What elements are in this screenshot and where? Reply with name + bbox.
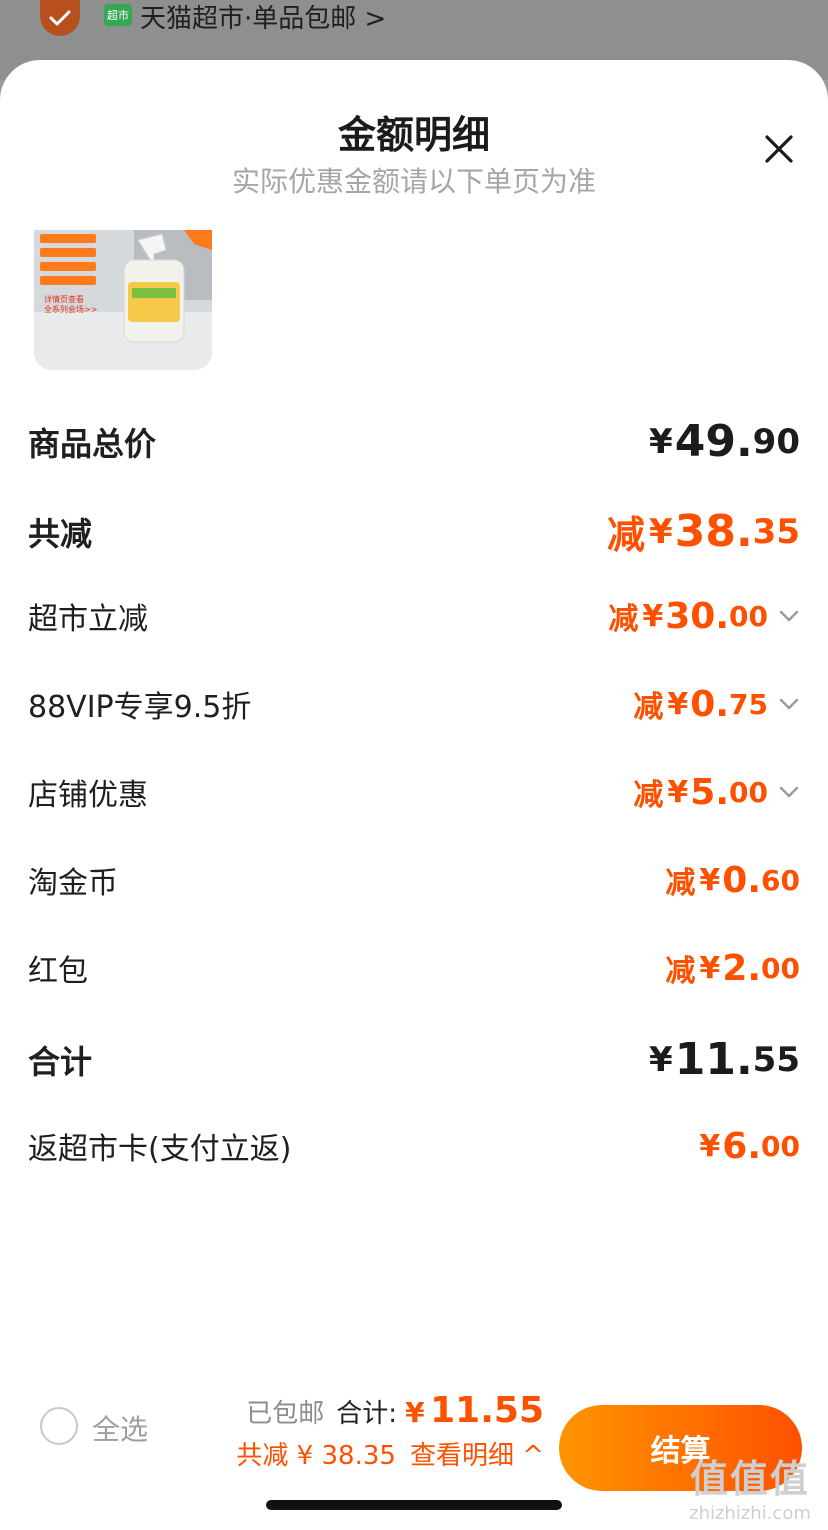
vip-discount-value: 减 ¥ 0. 75: [633, 682, 800, 726]
amount-decimal: 75: [729, 687, 768, 721]
supermarket-discount-label: 超市立减: [28, 602, 148, 637]
amount-integer: 6.: [722, 1125, 762, 1167]
select-all-radio[interactable]: [40, 1407, 78, 1445]
amount-integer: 38.: [674, 506, 753, 557]
store-coupon-value: 减 ¥ 5. 00: [633, 770, 800, 814]
svg-text:详情页查看: 详情页查看: [44, 294, 84, 304]
minus-prefix: 减: [607, 513, 646, 557]
free-shipping-label: 已包邮: [246, 1399, 325, 1429]
order-summary: 已包邮 合计: ¥ 11.55: [246, 1390, 544, 1431]
supermarket-discount-row[interactable]: 超市立减 减 ¥ 30. 00: [28, 594, 800, 638]
yen-sign: ¥: [667, 686, 689, 722]
view-detail-link[interactable]: 查看明细 ^: [410, 1435, 544, 1472]
amount-decimal: 60: [761, 863, 800, 897]
subtotal-value: ¥ 11. 55: [649, 1034, 800, 1085]
discount-summary-text: 共减 ¥ 38.35: [236, 1441, 396, 1471]
minus-prefix: 减: [633, 690, 664, 725]
amount-integer: 0.: [690, 683, 730, 725]
yen-sign: ¥: [699, 950, 721, 986]
cashback-row: 返超市卡(支付立返) ¥ 6. 00: [28, 1124, 800, 1168]
product-thumbnail[interactable]: 详情页查看 全系列会场>>: [34, 230, 212, 370]
amount-integer: 30.: [665, 595, 730, 637]
tmall-supermarket-badge: 超市: [104, 4, 132, 26]
watermark-logo: 值值值: [689, 1457, 810, 1501]
total-amount: ¥ 11.55: [405, 1390, 544, 1431]
amount-decimal: 00: [729, 599, 768, 633]
yen-sign: ¥: [649, 421, 673, 462]
taojin-coins-label: 淘金币: [28, 866, 118, 901]
total-label: 合计:: [336, 1399, 398, 1429]
amount-detail-sheet: 金额明细 实际优惠金额请以下单页为准 详情页查看 全系列会场>> 商品总价 ¥ …: [0, 60, 828, 1530]
cashback-value: ¥ 6. 00: [699, 1126, 800, 1167]
goods-total-value: ¥ 49. 90: [649, 416, 800, 467]
amount-decimal: 35: [752, 511, 800, 552]
cashback-label: 返超市卡(支付立返): [28, 1132, 292, 1167]
home-indicator: [266, 1500, 562, 1510]
check-icon[interactable]: [40, 0, 80, 36]
subtotal-label: 合计: [28, 1042, 93, 1081]
amount-integer: 2.: [722, 947, 762, 989]
amount-decimal: 90: [752, 421, 800, 462]
amount-decimal: 00: [761, 951, 800, 985]
red-packet-label: 红包: [28, 954, 88, 989]
watermark-url: zhizhizhi.com: [689, 1503, 811, 1524]
amount-decimal: 00: [761, 1129, 800, 1163]
yen-sign: ¥: [699, 1128, 721, 1164]
watermark: 值值值 zhizhizhi.com: [680, 1448, 820, 1524]
amount-integer: 5.: [690, 771, 730, 813]
yen-sign: ¥: [405, 1396, 425, 1429]
yen-sign: ¥: [667, 774, 689, 810]
taojin-coins-row: 淘金币 减 ¥ 0. 60: [28, 858, 800, 902]
minus-prefix: 减: [665, 954, 696, 989]
subtotal-row: 合计 ¥ 11. 55: [28, 1034, 800, 1085]
minus-prefix: 减: [633, 778, 664, 813]
vip-discount-row[interactable]: 88VIP专享9.5折 减 ¥ 0. 75: [28, 682, 800, 726]
svg-text:全系列会场>>: 全系列会场>>: [44, 304, 97, 314]
amount-decimal: 55: [752, 1039, 800, 1080]
red-packet-row: 红包 减 ¥ 2. 00: [28, 946, 800, 990]
yen-sign: ¥: [649, 1039, 673, 1080]
red-packet-value: 减 ¥ 2. 00: [665, 946, 800, 990]
amount-integer: 0.: [722, 859, 762, 901]
store-coupon-row[interactable]: 店铺优惠 减 ¥ 5. 00: [28, 770, 800, 814]
sheet-subtitle: 实际优惠金额请以下单页为准: [231, 165, 596, 198]
chevron-down-icon[interactable]: [778, 605, 800, 627]
store-coupon-label: 店铺优惠: [28, 778, 148, 813]
total-discount-value: 减 ¥ 38. 35: [607, 504, 800, 559]
yen-sign: ¥: [649, 511, 673, 552]
select-all-label[interactable]: 全选: [92, 1408, 148, 1448]
discount-summary: 共减 ¥ 38.35 查看明细 ^: [236, 1435, 544, 1472]
yen-sign: ¥: [699, 862, 721, 898]
store-name-link[interactable]: 天猫超市·单品包邮 >: [140, 0, 386, 35]
total-discount-row: 共减 减 ¥ 38. 35: [28, 504, 800, 559]
goods-total-label: 商品总价: [28, 424, 157, 463]
amount-decimal: 00: [729, 775, 768, 809]
vip-discount-label: 88VIP专享9.5折: [28, 690, 252, 725]
minus-prefix: 减: [608, 602, 639, 637]
chevron-down-icon[interactable]: [778, 693, 800, 715]
yen-sign: ¥: [642, 598, 664, 634]
close-icon[interactable]: [760, 130, 798, 168]
sheet-title: 金额明细: [337, 113, 490, 157]
total-number: 11.55: [430, 1390, 544, 1431]
taojin-coins-value: 减 ¥ 0. 60: [665, 858, 800, 902]
chevron-down-icon[interactable]: [778, 781, 800, 803]
amount-integer: 11.: [674, 1034, 753, 1085]
goods-total-row: 商品总价 ¥ 49. 90: [28, 416, 800, 467]
minus-prefix: 减: [665, 866, 696, 901]
supermarket-discount-value: 减 ¥ 30. 00: [608, 594, 800, 638]
total-discount-label: 共减: [28, 514, 93, 553]
amount-integer: 49.: [674, 416, 753, 467]
